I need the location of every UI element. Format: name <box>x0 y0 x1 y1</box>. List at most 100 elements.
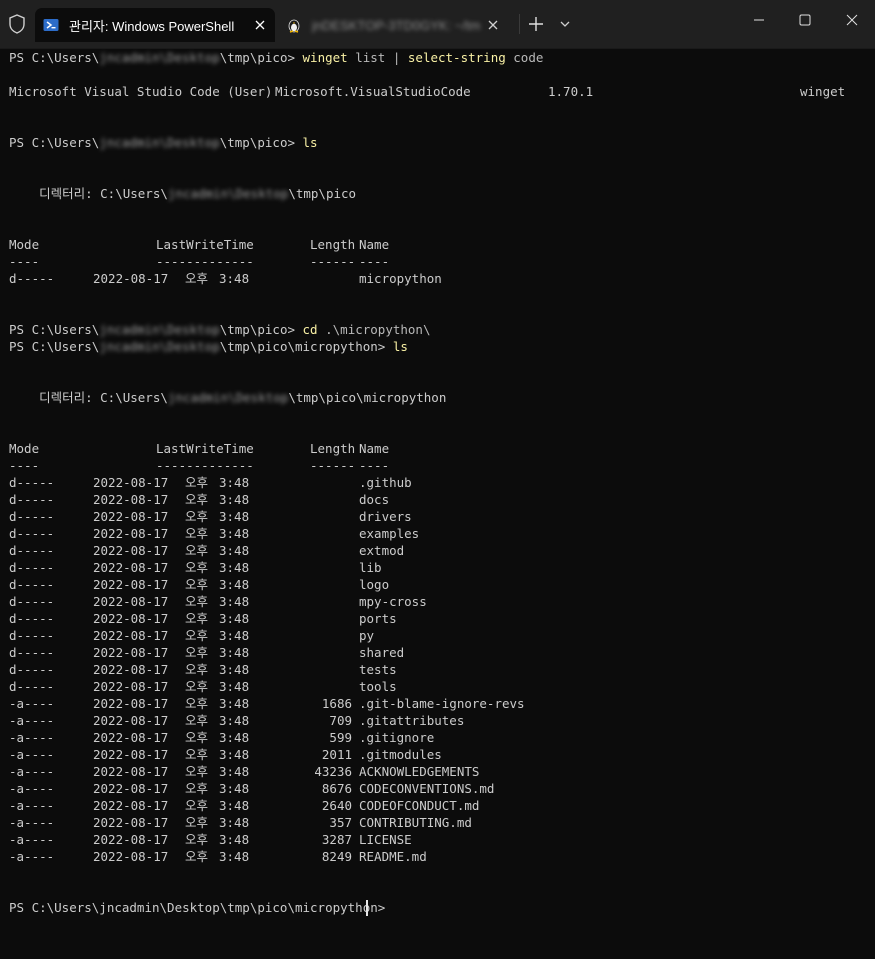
chevron-down-icon[interactable] <box>558 17 572 31</box>
current-prompt[interactable]: PS C:\Users\jncadmin\Desktop\tmp\pico\mi… <box>9 899 393 916</box>
row-date: 2022-08-17 <box>93 730 169 745</box>
row-date: 2022-08-17 <box>93 475 169 490</box>
tux-icon <box>288 19 300 33</box>
directory-path: \tmp\pico\micropython <box>288 390 447 405</box>
row-date: 2022-08-17 <box>93 747 169 762</box>
row-mode: d----- <box>9 560 55 575</box>
table-row: d----- 2022-08-17 오후 3:48 lib <box>9 559 529 576</box>
listing-header: Mode LastWriteTime Length Name <box>9 440 529 457</box>
row-name: ports <box>359 611 397 626</box>
row-ampm: 오후 <box>185 628 209 643</box>
header-underline: ---- <box>359 254 390 269</box>
directory-prefix: 디렉터리: C:\Users\ <box>9 186 168 201</box>
row-time: 3:48 <box>219 526 250 541</box>
row-ampm: 오후 <box>185 662 209 677</box>
window-close-button[interactable] <box>829 0 875 40</box>
table-row: d----- 2022-08-17 오후 3:48 docs <box>9 491 529 508</box>
row-ampm: 오후 <box>185 475 209 490</box>
row-ampm: 오후 <box>185 781 209 796</box>
row-time: 3:48 <box>219 577 250 592</box>
row-mode: -a---- <box>9 849 55 864</box>
prompt-text: PS C:\Users\ <box>9 50 100 65</box>
row-mode: d----- <box>9 543 55 558</box>
row-time: 3:48 <box>219 849 250 864</box>
row-time: 3:48 <box>219 798 250 813</box>
maximize-button[interactable] <box>782 0 828 40</box>
text-cursor <box>366 900 368 916</box>
close-icon[interactable] <box>253 18 267 32</box>
row-mode: d----- <box>9 509 55 524</box>
row-time: 3:48 <box>219 764 250 779</box>
row-mode: d----- <box>9 577 55 592</box>
command-name: winget <box>302 50 348 65</box>
command-name: ls <box>302 135 318 150</box>
row-date: 2022-08-17 <box>93 815 169 830</box>
header-mode: Mode <box>9 237 40 252</box>
row-mode: d----- <box>9 271 55 286</box>
header-underline: ------------- <box>156 458 254 473</box>
table-row: d----- 2022-08-17 오후 3:48 py <box>9 627 529 644</box>
table-row: -a---- 2022-08-17 오후 3:48 599 .gitignore <box>9 729 529 746</box>
row-ampm: 오후 <box>185 764 209 779</box>
shield-icon <box>9 14 25 34</box>
row-name: LICENSE <box>359 832 412 847</box>
row-date: 2022-08-17 <box>93 628 169 643</box>
row-ampm: 오후 <box>185 645 209 660</box>
header-underline: ---- <box>359 458 390 473</box>
row-ampm: 오후 <box>185 730 209 745</box>
row-name: .github <box>359 475 412 490</box>
terminal-output[interactable]: PS C:\Users\jncadmin\Desktop\tmp\pico> w… <box>0 48 875 959</box>
row-ampm: 오후 <box>185 611 209 626</box>
tab-linux[interactable]: jnDESKTOP-3TD0GYK: ~/tmp <box>278 8 508 42</box>
row-mode: d----- <box>9 475 55 490</box>
row-length: 709 <box>329 713 352 728</box>
tab-separator <box>519 14 520 34</box>
command-name: select-string <box>407 50 506 65</box>
header-length: Length <box>310 441 356 456</box>
row-name: docs <box>359 492 390 507</box>
row-name: mpy-cross <box>359 594 427 609</box>
row-mode: d----- <box>9 526 55 541</box>
row-name: micropython <box>359 271 442 286</box>
package-name: Microsoft Visual Studio Code (User) <box>9 84 273 99</box>
tab-powershell[interactable]: 관리자: Windows PowerShell <box>35 8 275 42</box>
row-date: 2022-08-17 <box>93 679 169 694</box>
plus-icon[interactable] <box>526 14 546 34</box>
row-date: 2022-08-17 <box>93 832 169 847</box>
header-lastwritetime: LastWriteTime <box>156 237 254 252</box>
row-date: 2022-08-17 <box>93 662 169 677</box>
table-row: d----- 2022-08-17 오후 3:48 .github <box>9 474 529 491</box>
close-icon[interactable] <box>486 18 500 32</box>
row-name: ACKNOWLEDGEMENTS <box>359 764 480 779</box>
row-length: 3287 <box>321 832 352 847</box>
listing-header: Mode LastWriteTime Length Name <box>9 236 529 253</box>
row-ampm: 오후 <box>185 526 209 541</box>
command-args: list | <box>355 50 408 65</box>
row-mode: d----- <box>9 611 55 626</box>
row-time: 3:48 <box>219 781 250 796</box>
row-date: 2022-08-17 <box>93 713 169 728</box>
prompt-text: PS C:\Users\jncadmin\Desktop\tmp\pico\mi… <box>9 900 386 915</box>
row-time: 3:48 <box>219 815 250 830</box>
row-ampm: 오후 <box>185 509 209 524</box>
header-underline: ------ <box>310 254 356 269</box>
table-row: -a---- 2022-08-17 오후 3:48 709 .gitattributes <box>9 712 529 729</box>
prompt-path: \tmp\pico\micropython> <box>219 339 386 354</box>
row-mode: -a---- <box>9 730 55 745</box>
row-date: 2022-08-17 <box>93 543 169 558</box>
row-mode: d----- <box>9 662 55 677</box>
directory-prefix: 디렉터리: C:\Users\ <box>9 390 168 405</box>
row-name: README.md <box>359 849 427 864</box>
row-ampm: 오후 <box>185 815 209 830</box>
row-mode: -a---- <box>9 798 55 813</box>
minimize-icon <box>754 19 764 21</box>
row-name: CODEOFCONDUCT.md <box>359 798 480 813</box>
row-name: lib <box>359 560 382 575</box>
row-mode: -a---- <box>9 764 55 779</box>
table-row: -a---- 2022-08-17 오후 3:48 43236 ACKNOWLEDGEME… <box>9 763 529 780</box>
table-row: d----- 2022-08-17 오후 3:48 mpy-cross <box>9 593 529 610</box>
row-mode: -a---- <box>9 815 55 830</box>
minimize-button[interactable] <box>736 0 782 40</box>
row-date: 2022-08-17 <box>93 577 169 592</box>
row-ampm: 오후 <box>185 849 209 864</box>
